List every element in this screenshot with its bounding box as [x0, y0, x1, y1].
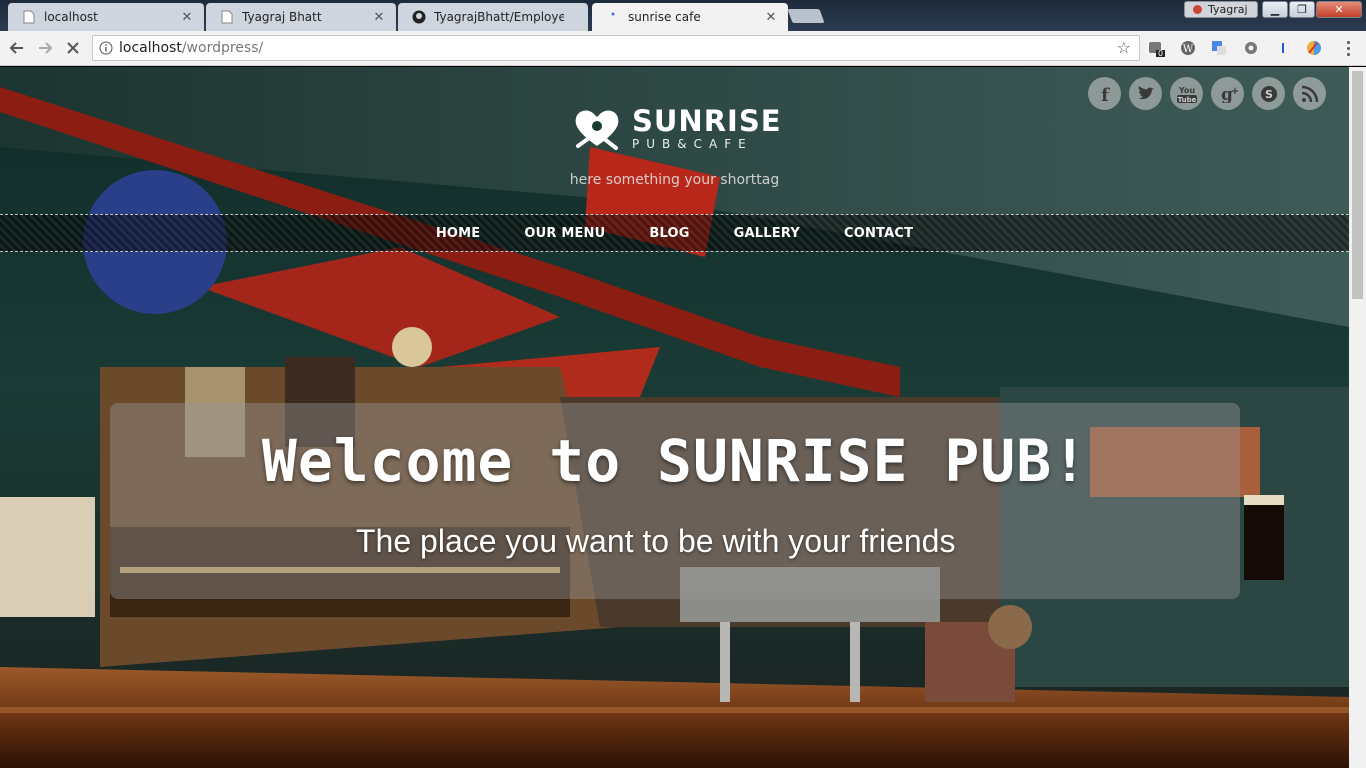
profile-name: Tyagraj: [1208, 3, 1248, 16]
twitter-icon[interactable]: [1129, 77, 1162, 110]
nav-item-our-menu[interactable]: OUR MENU: [502, 226, 627, 241]
back-arrow-icon: [9, 42, 23, 54]
stop-button[interactable]: [62, 37, 84, 59]
tab-github[interactable]: TyagrajBhatt/Employee-: [398, 3, 588, 31]
new-tab-button[interactable]: [787, 9, 825, 23]
browser-toolbar: localhost/wordpress/ ☆ 0 W: [0, 31, 1366, 66]
minimize-button[interactable]: ▁: [1262, 1, 1288, 18]
youtube-icon[interactable]: You Tube: [1170, 77, 1203, 110]
close-icon[interactable]: ✕: [180, 10, 194, 25]
color-picker-icon[interactable]: [1305, 39, 1323, 57]
site-logo[interactable]: SUNRISE PUB&CAFE: [570, 102, 782, 156]
close-window-button[interactable]: ✕: [1316, 1, 1362, 18]
tab-tyagraj-bhatt[interactable]: Tyagraj Bhatt ✕: [206, 3, 396, 31]
tab-sunrise-cafe[interactable]: sunrise cafe ✕: [592, 3, 788, 31]
tab-strip: localhost ✕ Tyagraj Bhatt ✕ TyagrajBhatt…: [0, 0, 1366, 31]
address-bar[interactable]: localhost/wordpress/ ☆: [92, 35, 1140, 61]
settings-gear-icon[interactable]: [1242, 39, 1260, 57]
tab-title: sunrise cafe: [628, 10, 701, 24]
page-scrollbar[interactable]: [1349, 67, 1366, 768]
url-path: /wordpress/: [181, 40, 264, 56]
hero-banner: Welcome to SUNRISE PUB! The place you wa…: [110, 403, 1240, 599]
tab-title: TyagrajBhatt/Employee-: [434, 10, 564, 24]
svg-text:f: f: [1101, 85, 1110, 103]
facebook-icon[interactable]: f: [1088, 77, 1121, 110]
yandex-icon[interactable]: [1273, 39, 1291, 57]
social-links: f You Tube g + S: [1088, 77, 1326, 110]
hero-subtitle: The place you want to be with your frien…: [356, 523, 956, 559]
close-icon[interactable]: ✕: [764, 10, 778, 25]
back-button[interactable]: [6, 37, 28, 59]
svg-text:W: W: [1183, 44, 1194, 55]
scrollbar-thumb[interactable]: [1352, 71, 1363, 299]
google-plus-icon[interactable]: g +: [1211, 77, 1244, 110]
maximize-button[interactable]: ❐: [1289, 1, 1315, 18]
translate-icon[interactable]: [1210, 39, 1228, 57]
extension-badge-count: 0: [1158, 49, 1164, 58]
avatar-icon: [1193, 5, 1202, 14]
nav-item-home[interactable]: HOME: [414, 226, 503, 241]
rss-icon[interactable]: [1293, 77, 1326, 110]
nav-item-gallery[interactable]: GALLERY: [712, 226, 822, 241]
info-icon[interactable]: [93, 41, 119, 55]
page-icon: [22, 10, 36, 24]
skype-icon[interactable]: S: [1252, 77, 1285, 110]
extension-badge-icon[interactable]: 0: [1147, 39, 1165, 58]
heart-cutlery-icon: [570, 102, 624, 156]
browser-menu-icon[interactable]: [1341, 37, 1355, 59]
bookmark-star-icon[interactable]: ☆: [1117, 38, 1131, 57]
github-icon: [412, 10, 426, 24]
nav-item-blog[interactable]: BLOG: [627, 226, 711, 241]
nav-item-contact[interactable]: CONTACT: [822, 226, 935, 241]
close-icon[interactable]: ✕: [372, 10, 386, 25]
loading-icon: [606, 10, 620, 24]
url-host: localhost: [119, 40, 182, 56]
wordpress-icon[interactable]: W: [1179, 39, 1197, 57]
logo-subtitle: PUB&CAFE: [632, 137, 753, 151]
svg-text:Tube: Tube: [1177, 96, 1196, 104]
page-viewport: f You Tube g + S SUNRISE PUB&CAFE here s…: [0, 67, 1349, 768]
tab-localhost[interactable]: localhost ✕: [8, 3, 204, 31]
forward-arrow-icon: [39, 42, 53, 54]
hero-title: Welcome to SUNRISE PUB!: [261, 427, 1089, 495]
main-navigation: HOME OUR MENU BLOG GALLERY CONTACT: [0, 214, 1349, 252]
profile-button[interactable]: Tyagraj: [1184, 1, 1258, 18]
forward-button[interactable]: [34, 37, 56, 59]
page-icon: [220, 10, 234, 24]
logo-name: SUNRISE: [632, 104, 782, 138]
tab-title: localhost: [44, 10, 98, 24]
svg-text:+: +: [1230, 86, 1238, 97]
stop-icon: [67, 42, 79, 54]
svg-text:You: You: [1177, 86, 1195, 95]
svg-text:S: S: [1265, 88, 1273, 101]
tab-title: Tyagraj Bhatt: [242, 10, 322, 24]
site-tagline: here something your shorttag: [569, 172, 780, 188]
